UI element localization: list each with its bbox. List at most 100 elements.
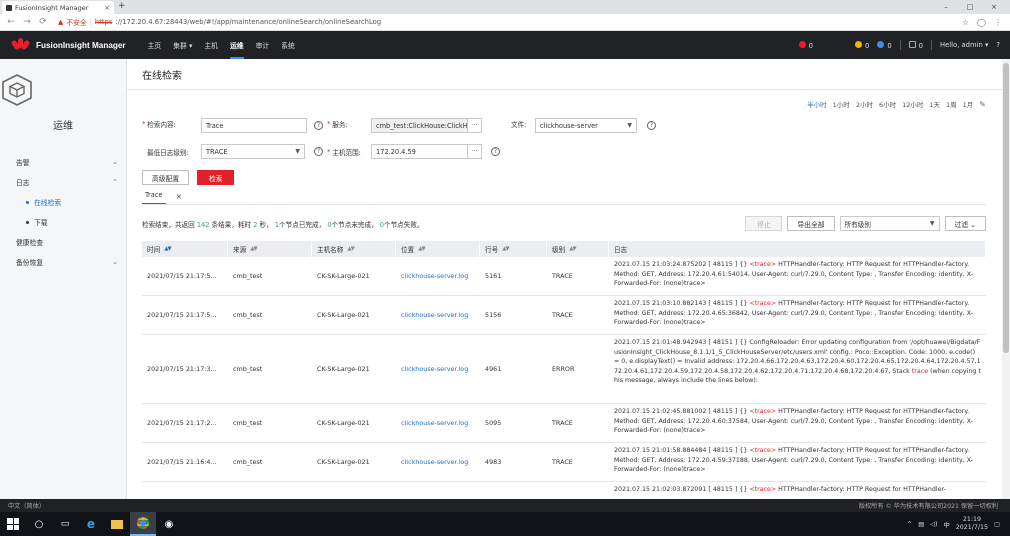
time-range-1w[interactable]: 1周 [946, 99, 957, 109]
close-icon[interactable]: × [176, 192, 183, 201]
sidebar-item-online-search[interactable]: 在线检索 [0, 192, 126, 212]
app-icon[interactable]: ◉ [156, 512, 182, 536]
critical-alarm[interactable]: 0 [798, 40, 813, 50]
filter-button[interactable]: 过滤 ⌄ [944, 216, 986, 231]
service-more-button[interactable]: ··· [468, 118, 482, 133]
notification-icon[interactable]: ▢ [994, 521, 1000, 528]
sidebar-item-health-check[interactable]: 健康检查 [0, 232, 126, 252]
edit-pencil-icon[interactable]: ✎ [979, 100, 986, 109]
browser-tab[interactable]: FusionInsight Manager × [2, 1, 114, 14]
menu-om[interactable]: 运维 [224, 31, 250, 59]
new-tab-button[interactable]: + [118, 1, 126, 11]
task-view-icon[interactable]: ▭ [52, 512, 78, 536]
tab-trace[interactable]: Trace [142, 191, 166, 205]
minor-alarm[interactable]: 0 [877, 40, 892, 50]
search-summary: 检索结束，共返回 142 条结果，耗时 2 秒， 1个节点已完成， 0个节点未完… [142, 221, 424, 229]
table-row: 2021/07/15 21:17:2... cmb_test CK-SK-Lar… [142, 404, 986, 443]
sort-icon: ▲▼ [502, 246, 510, 252]
edge-icon[interactable]: e [78, 512, 104, 536]
minimize-button[interactable]: – [934, 0, 958, 14]
close-tab-icon[interactable]: × [104, 4, 110, 12]
account-icon[interactable]: ◯ [977, 18, 986, 27]
language-select[interactable]: 中文（简体） [8, 501, 45, 510]
chrome-icon[interactable] [130, 512, 156, 536]
time-range-1d[interactable]: 1天 [929, 99, 940, 109]
menu-system[interactable]: 系统 [275, 31, 301, 59]
host-more-button[interactable]: ··· [468, 144, 482, 159]
log-file-link[interactable]: clickhouse-server.log [396, 404, 480, 442]
table-row: 2021/07/15 21:17:5... cmb_test CK-SK-Lar… [142, 257, 986, 296]
star-icon[interactable]: ☆ [962, 18, 969, 27]
search-button[interactable]: 检索 [197, 170, 235, 185]
sidebar-item-backup[interactable]: 备份恢复 ⌄ [0, 252, 126, 272]
file-explorer-icon[interactable] [104, 512, 130, 536]
menu-cluster[interactable]: 集群 ▾ [167, 31, 198, 59]
page-scrollbar[interactable] [1002, 59, 1010, 499]
min-level-label: 最低日志级别: [147, 149, 189, 157]
reload-icon[interactable]: ⟳ [38, 17, 48, 27]
help-icon[interactable]: ? [314, 147, 323, 156]
col-source[interactable]: 来源 ▲▼ [228, 241, 312, 257]
col-line[interactable]: 行号 ▲▼ [480, 241, 547, 257]
col-time[interactable]: 时间 ▲▼ [142, 241, 228, 257]
level-filter-select[interactable]: 所有级别 ▼ [839, 216, 940, 231]
forward-icon[interactable]: → [22, 17, 32, 27]
critical-alarm-icon [798, 40, 806, 48]
file-label: 文件: [511, 121, 527, 129]
file-select[interactable]: clickhouse-server ▼ [535, 118, 637, 133]
advanced-config-button[interactable]: 高级配置 [142, 170, 190, 185]
other-alarm[interactable]: 0 [908, 40, 923, 50]
sidebar: 运维 告警 ⌄ 日志 ⌃ 在线检索 下载 健康检查 备份恢复 ⌄ [0, 59, 127, 499]
tray-expand-icon[interactable]: ^ [907, 521, 912, 528]
host-range-label: 主机范围: [332, 149, 361, 157]
close-window-button[interactable]: × [982, 0, 1006, 14]
search-icon[interactable]: ○ [26, 512, 52, 536]
time-range-6h[interactable]: 6小时 [879, 99, 896, 109]
time-range-30m[interactable]: 半小时 [807, 99, 827, 109]
stop-button[interactable]: 停止 [745, 216, 783, 231]
user-menu[interactable]: Hello, admin ▾ [940, 41, 988, 49]
host-range-input[interactable]: 172.20.4.59 [371, 144, 468, 159]
menu-audit[interactable]: 审计 [250, 31, 276, 59]
col-level[interactable]: 级别 ▲▼ [547, 241, 609, 257]
col-host[interactable]: 主机名称 ▲▼ [312, 241, 396, 257]
major-alarm[interactable]: 0 [854, 40, 869, 50]
menu-hosts[interactable]: 主机 [198, 31, 224, 59]
log-file-link[interactable]: clickhouse-server.log [396, 335, 480, 403]
help-icon[interactable]: ? [996, 41, 1000, 49]
ime-icon[interactable]: 中 [943, 520, 949, 529]
search-content-input[interactable]: Trace [201, 118, 307, 133]
maximize-button[interactable]: □ [958, 0, 982, 14]
browser-tab-strip: FusionInsight Manager × + – □ × [0, 0, 1010, 14]
log-file-link[interactable]: clickhouse-server.log [396, 443, 480, 481]
log-level-select[interactable]: TRACE ▼ [201, 144, 305, 159]
volume-icon[interactable]: ◁) [930, 521, 937, 528]
help-icon[interactable]: ? [491, 147, 500, 156]
minor-alarm-icon [877, 40, 885, 48]
table-row: 2021/07/15 21:17:5... cmb_test CK-SK-Lar… [142, 296, 986, 335]
network-icon[interactable]: ▤ [918, 521, 924, 528]
log-file-link[interactable]: clickhouse-server.log [396, 296, 480, 334]
col-location[interactable]: 位置 ▲▼ [396, 241, 480, 257]
service-field[interactable]: cmb_test:ClickHouse:ClickHouse [371, 118, 468, 133]
menu-home[interactable]: 主页 [142, 31, 168, 59]
url-field[interactable]: ▲ 不安全 | https://172.20.4.67:28443/web/#!… [58, 17, 381, 27]
clock[interactable]: 21:19 2021/7/15 [956, 516, 988, 532]
time-range-1h[interactable]: 1小时 [833, 99, 850, 109]
time-range-12h[interactable]: 12小时 [902, 99, 923, 109]
log-file-link[interactable]: clickhouse-server.log [396, 257, 480, 295]
favicon-icon [6, 4, 12, 11]
start-button[interactable] [0, 512, 26, 536]
help-icon[interactable]: ? [647, 121, 656, 130]
time-range-1m[interactable]: 1月 [963, 99, 974, 109]
sidebar-item-download[interactable]: 下载 [0, 212, 126, 232]
result-tabs: Trace × [142, 191, 182, 205]
time-range-2h[interactable]: 2小时 [856, 99, 873, 109]
help-icon[interactable]: ? [314, 121, 323, 130]
sidebar-item-log[interactable]: 日志 ⌃ [0, 172, 126, 192]
back-icon[interactable]: ← [6, 17, 16, 27]
app-header: FusionInsight Manager 主页 集群 ▾ 主机 运维 审计 系… [0, 31, 1010, 59]
sidebar-item-alarm[interactable]: 告警 ⌄ [0, 152, 126, 172]
export-all-button[interactable]: 导出全部 [787, 216, 835, 231]
menu-icon[interactable]: ⋮ [994, 18, 1002, 27]
